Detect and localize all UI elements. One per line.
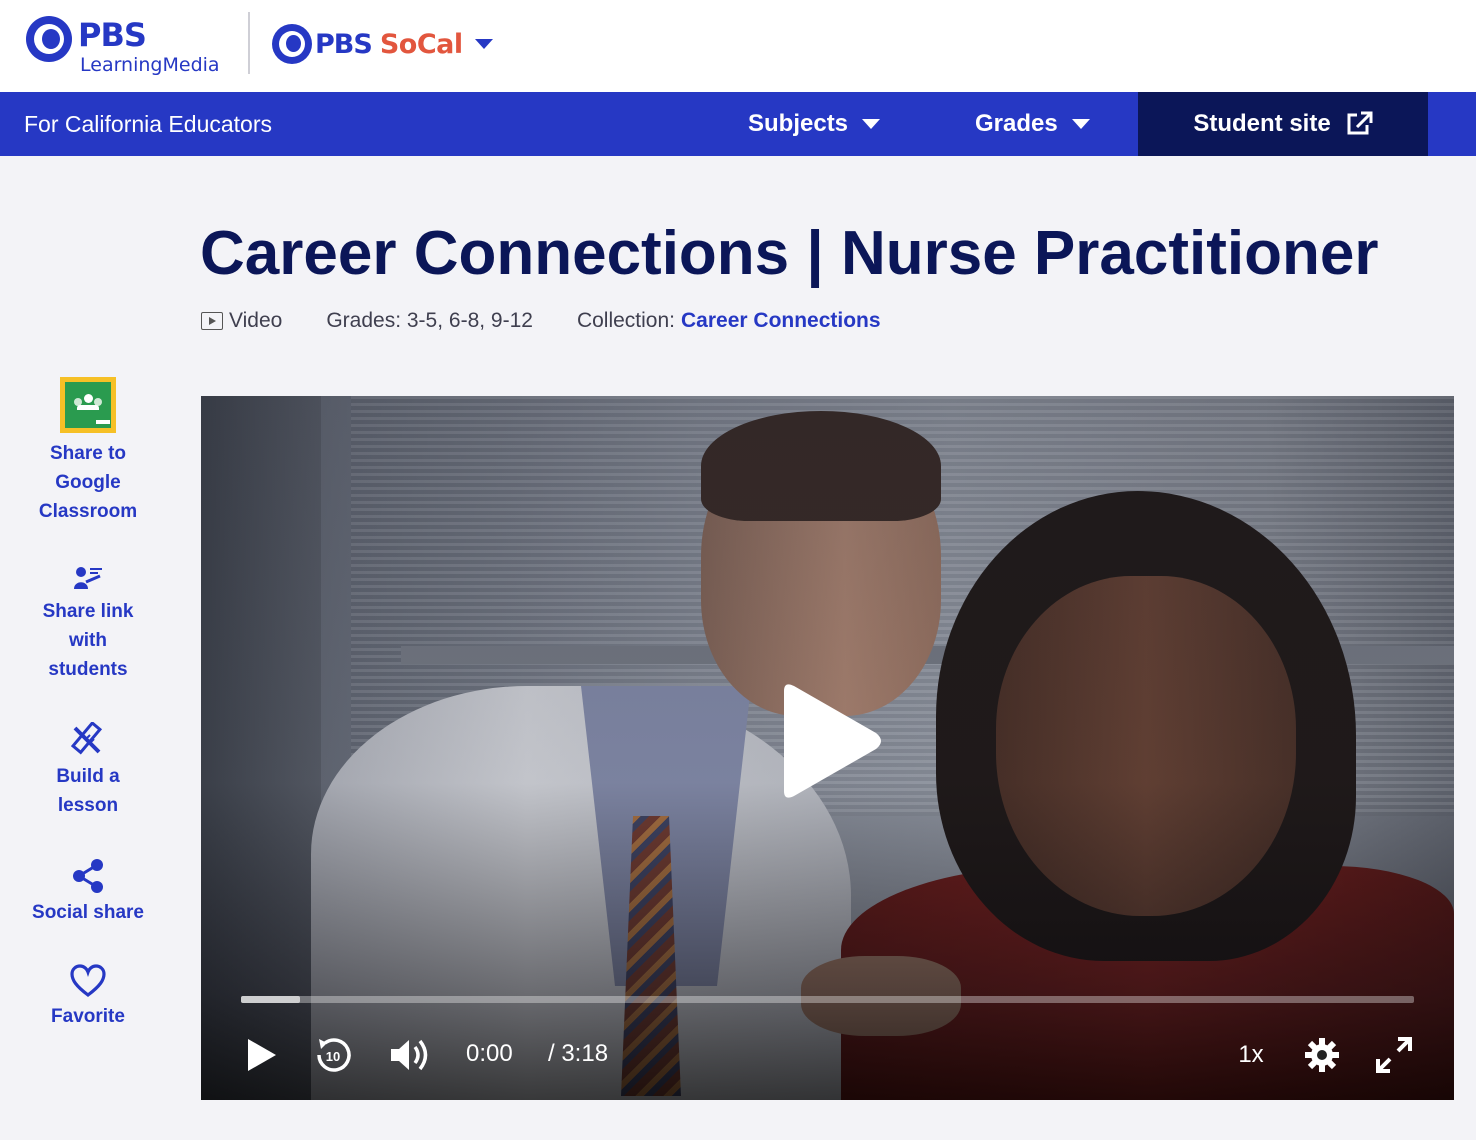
progress-fill — [241, 996, 300, 1003]
rewind-10-icon: 10 — [317, 1038, 351, 1072]
volume-icon — [391, 1039, 428, 1071]
build-lesson-button[interactable]: Build a lesson — [18, 722, 158, 820]
brand-main: PBS — [78, 16, 147, 54]
settings-button[interactable] — [1301, 1030, 1343, 1080]
google-classroom-icon — [60, 377, 116, 433]
fullscreen-button[interactable] — [1373, 1030, 1415, 1080]
playback-speed-button[interactable]: 1x — [1231, 1030, 1271, 1080]
page-title: Career Connections | Nurse Practitioner — [200, 219, 1379, 288]
resource-grades: Grades: 3-5, 6-8, 9-12 — [326, 309, 533, 332]
student-site-link[interactable]: Student site — [1138, 92, 1428, 156]
big-play-icon[interactable] — [776, 681, 886, 801]
progress-bar[interactable] — [241, 996, 1414, 1003]
grades-label: Grades — [975, 110, 1058, 137]
rewind-10-button[interactable]: 10 — [311, 1030, 355, 1080]
header-divider — [248, 12, 250, 74]
heart-icon — [70, 964, 106, 998]
external-link-icon — [1347, 111, 1373, 135]
fullscreen-icon — [1376, 1037, 1412, 1073]
audience-label: For California Educators — [24, 111, 272, 137]
build-lesson-icon — [71, 722, 103, 755]
chevron-down-icon — [474, 39, 493, 49]
subjects-menu[interactable]: Subjects — [748, 92, 881, 156]
collection-label: Collection: — [576, 309, 676, 332]
sidebar-label-social-share: Social share — [32, 902, 144, 923]
sidebar-label-build-lesson: Build a lesson — [56, 766, 120, 816]
pbs-station-logo-icon — [272, 24, 312, 64]
gear-icon — [1305, 1038, 1339, 1072]
share-google-classroom-button[interactable]: Share to Google Classroom — [18, 377, 158, 526]
subjects-label: Subjects — [748, 110, 849, 137]
resource-meta: Video Grades: 3-5, 6-8, 9-12 Collection:… — [201, 306, 881, 336]
brand-sub: LearningMedia — [80, 54, 220, 76]
grades-menu[interactable]: Grades — [975, 92, 1090, 156]
chevron-down-icon — [1071, 119, 1090, 129]
social-share-button[interactable]: Social share — [18, 858, 158, 927]
current-time: 0:00 — [466, 1040, 513, 1067]
station-pbs: PBS — [315, 28, 373, 60]
volume-button[interactable] — [387, 1030, 433, 1080]
pbs-logo-icon — [26, 16, 72, 62]
chevron-down-icon — [862, 119, 881, 129]
top-header: PBS LearningMedia PBS SoCal — [0, 0, 1476, 92]
station-name: SoCal — [379, 28, 463, 60]
pbs-learningmedia-logo[interactable]: PBS LearningMedia — [26, 14, 236, 80]
play-button[interactable] — [239, 1030, 283, 1080]
video-icon — [201, 312, 223, 330]
play-icon — [248, 1039, 276, 1071]
station-selector[interactable]: PBS SoCal — [272, 22, 493, 66]
sidebar-label-favorite: Favorite — [51, 1006, 125, 1027]
collection-link[interactable]: Career Connections — [681, 309, 881, 333]
duration: / 3:18 — [548, 1040, 609, 1067]
sidebar-label-share-link: Share link with students — [42, 601, 134, 680]
resource-type: Video — [229, 309, 283, 332]
share-link-icon — [74, 567, 102, 589]
share-link-students-button[interactable]: Share link with students — [18, 563, 158, 684]
svg-text:10: 10 — [326, 1049, 340, 1064]
favorite-button[interactable]: Favorite — [18, 964, 158, 1031]
video-player[interactable]: 10 0:00 / 3:18 1x — [201, 396, 1454, 1100]
student-site-label: Student site — [1193, 110, 1331, 137]
sidebar-label-google-classroom: Share to Google Classroom — [38, 443, 138, 522]
share-icon — [73, 859, 103, 893]
